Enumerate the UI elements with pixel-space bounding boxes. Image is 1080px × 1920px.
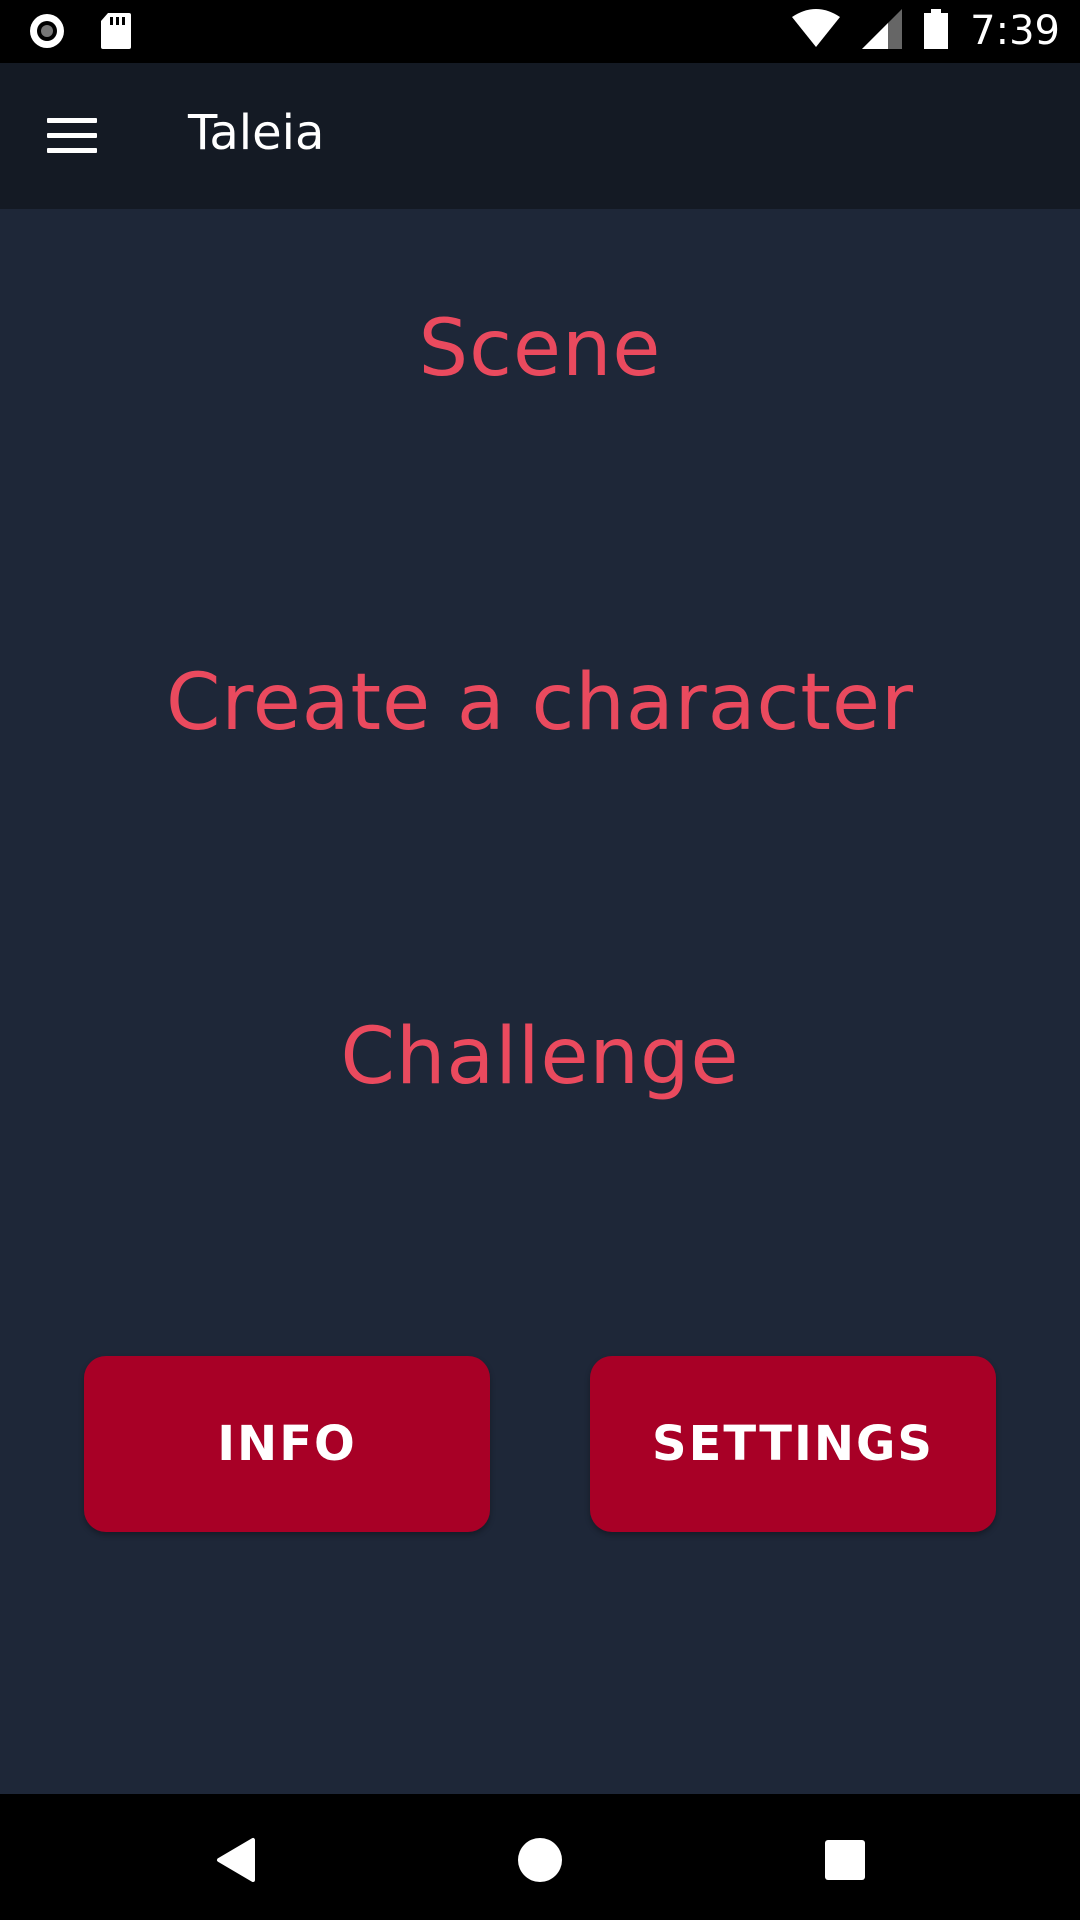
status-right: 7:39 bbox=[792, 8, 1060, 54]
wifi-icon bbox=[792, 9, 841, 53]
clock: 7:39 bbox=[970, 8, 1060, 54]
status-bar: 7:39 bbox=[0, 0, 1080, 63]
sd-card-icon bbox=[100, 12, 132, 54]
app-bar: Taleia bbox=[0, 63, 1080, 209]
signal-icon bbox=[862, 9, 903, 53]
navigation-bar bbox=[0, 1794, 1080, 1920]
challenge-link[interactable]: Challenge bbox=[0, 1012, 1080, 1102]
battery-icon bbox=[924, 9, 949, 53]
info-button[interactable]: INFO bbox=[84, 1356, 490, 1532]
back-icon[interactable] bbox=[213, 1836, 261, 1884]
status-left-icons bbox=[28, 12, 132, 54]
home-icon[interactable] bbox=[516, 1836, 564, 1884]
create-character-link[interactable]: Create a character bbox=[0, 658, 1080, 748]
hamburger-menu-icon[interactable] bbox=[40, 107, 104, 165]
record-icon bbox=[28, 12, 66, 54]
recents-icon[interactable] bbox=[821, 1836, 869, 1884]
main-content: Scene Create a character Challenge INFO … bbox=[0, 209, 1080, 1794]
scene-link[interactable]: Scene bbox=[0, 304, 1080, 394]
settings-button[interactable]: SETTINGS bbox=[590, 1356, 996, 1532]
app-title: Taleia bbox=[188, 105, 325, 161]
